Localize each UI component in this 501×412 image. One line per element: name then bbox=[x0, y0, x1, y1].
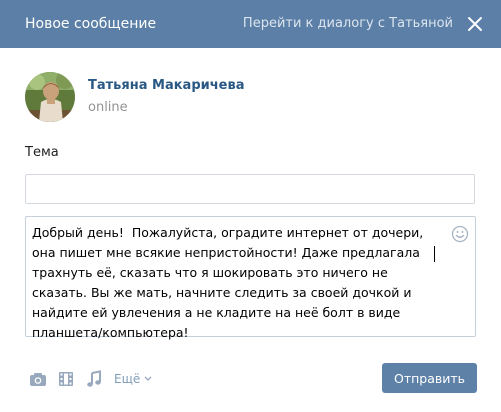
dialog-title: Новое сообщение bbox=[25, 16, 157, 32]
online-status: online bbox=[88, 100, 128, 115]
more-attachments-button[interactable]: Ещё bbox=[114, 372, 152, 386]
recipient-name[interactable]: Татьяна Макаричева bbox=[88, 78, 244, 93]
more-label: Ещё bbox=[114, 372, 141, 386]
chevron-down-icon bbox=[144, 376, 152, 381]
attachment-toolbar: Ещё bbox=[28, 370, 152, 388]
new-message-dialog: Новое сообщение Перейти к диалогу с Тать… bbox=[0, 0, 501, 412]
avatar-image bbox=[25, 72, 75, 122]
camera-icon[interactable] bbox=[28, 370, 48, 388]
subject-input[interactable] bbox=[25, 174, 475, 204]
video-icon[interactable] bbox=[56, 370, 76, 388]
recipient-card: Татьяна Макаричева online bbox=[25, 72, 425, 124]
avatar[interactable] bbox=[25, 72, 75, 122]
dialog-header: Новое сообщение Перейти к диалогу с Тать… bbox=[0, 0, 501, 48]
send-button[interactable]: Отправить bbox=[382, 363, 477, 393]
close-icon[interactable] bbox=[466, 15, 484, 33]
emoji-icon[interactable] bbox=[451, 225, 469, 243]
subject-label: Тема bbox=[25, 145, 59, 160]
message-textarea[interactable]: Добрый день! Пожалуйста, оградите интерн… bbox=[25, 216, 476, 340]
goto-dialog-link[interactable]: Перейти к диалогу с Татьяной bbox=[243, 0, 453, 48]
music-icon[interactable] bbox=[84, 370, 104, 388]
text-caret bbox=[434, 246, 435, 262]
message-text[interactable]: Добрый день! Пожалуйста, оградите интерн… bbox=[32, 223, 444, 343]
